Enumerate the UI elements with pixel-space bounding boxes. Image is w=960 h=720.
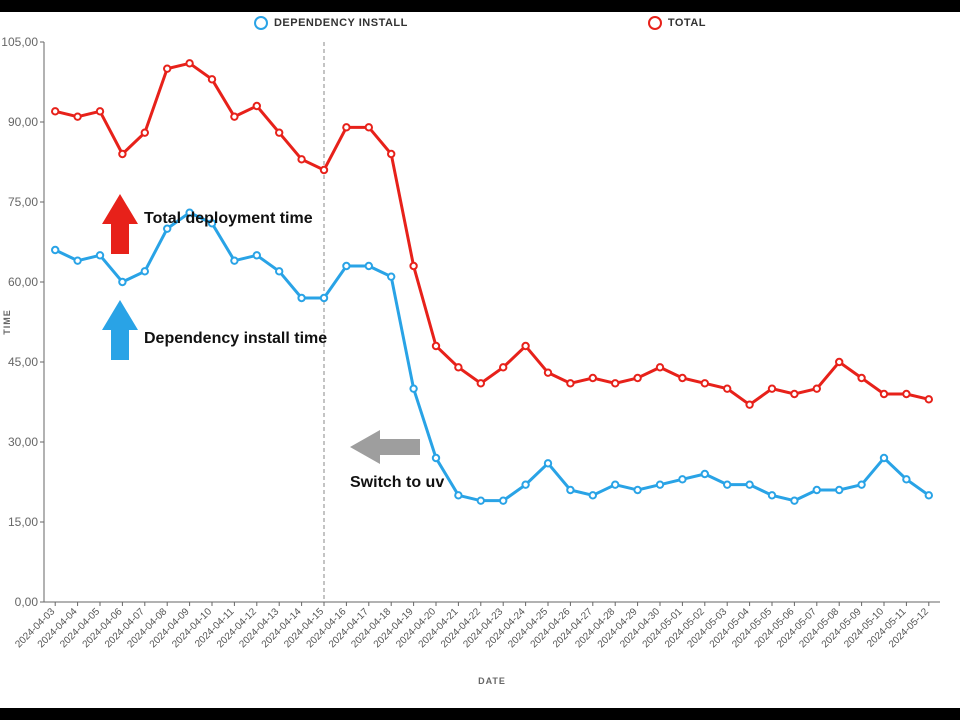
legend-item-total: TOTAL [648, 16, 706, 30]
svg-text:75,00: 75,00 [8, 195, 38, 209]
arrow-left-icon [350, 430, 420, 464]
annotation-dep: Dependency install time [144, 330, 327, 348]
annotation-total: Total deployment time [144, 210, 313, 228]
svg-text:30,00: 30,00 [8, 435, 38, 449]
legend-label: DEPENDENCY INSTALL [274, 17, 408, 29]
svg-text:90,00: 90,00 [8, 115, 38, 129]
points-dependency-install [52, 209, 932, 503]
circle-icon [648, 16, 662, 30]
svg-text:105,00: 105,00 [1, 35, 38, 49]
chart-svg: 0,0015,0030,0045,0060,0075,0090,00105,00… [44, 42, 940, 602]
x-axis-label: DATE [478, 676, 506, 686]
svg-text:0,00: 0,00 [15, 595, 39, 609]
svg-text:45,00: 45,00 [8, 355, 38, 369]
series-dependency-install [55, 213, 929, 501]
x-ticks: 2024-04-032024-04-042024-04-052024-04-06… [13, 602, 931, 650]
svg-text:15,00: 15,00 [8, 515, 38, 529]
legend-label: TOTAL [668, 17, 706, 29]
legend-item-dependency-install: DEPENDENCY INSTALL [254, 16, 408, 30]
annotation-switch: Switch to uv [350, 474, 444, 492]
series-total [55, 63, 929, 404]
points-total [52, 60, 932, 408]
y-axis-label: TIME [2, 309, 12, 335]
chart-frame: DEPENDENCY INSTALL TOTAL 0,0015,0030,004… [0, 12, 960, 708]
arrow-up-icon [102, 300, 138, 360]
arrow-up-icon [102, 194, 138, 254]
svg-text:60,00: 60,00 [8, 275, 38, 289]
chart-legend: DEPENDENCY INSTALL TOTAL [0, 16, 960, 30]
chart-plot-area: 0,0015,0030,0045,0060,0075,0090,00105,00… [44, 42, 940, 602]
circle-icon [254, 16, 268, 30]
